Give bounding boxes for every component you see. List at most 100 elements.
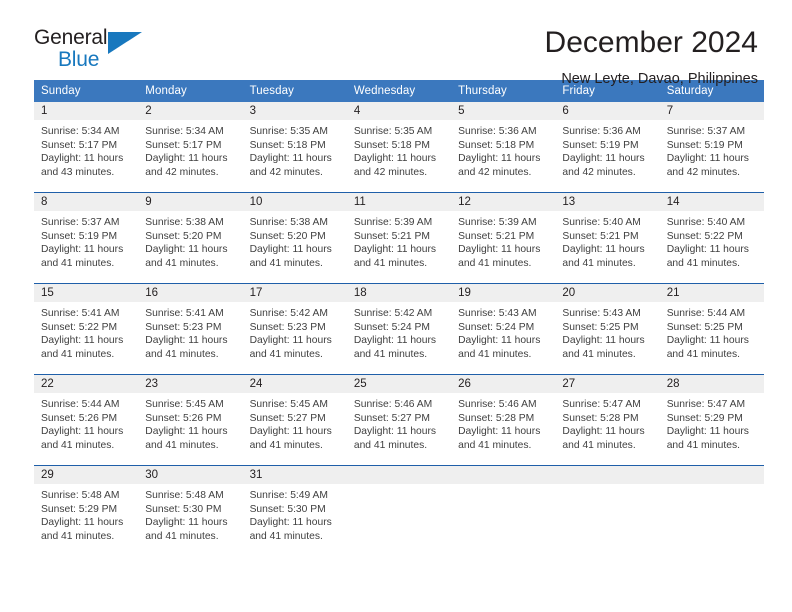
calendar-day-cell[interactable]: 7 Sunrise: 5:37 AM Sunset: 5:19 PM Dayli… (659, 102, 764, 193)
sunrise-text: Sunrise: 5:38 AM (249, 217, 328, 228)
day-details: Sunrise: 5:49 AM Sunset: 5:30 PM Dayligh… (243, 484, 347, 543)
calendar-day-cell[interactable]: 26 Sunrise: 5:46 AM Sunset: 5:28 PM Dayl… (451, 374, 556, 466)
calendar-day-cell[interactable]: 5 Sunrise: 5:36 AM Sunset: 5:18 PM Dayli… (451, 102, 556, 193)
calendar-day-cell[interactable]: 17 Sunrise: 5:42 AM Sunset: 5:23 PM Dayl… (242, 283, 347, 375)
calendar-day-cell[interactable]: 2 Sunrise: 5:34 AM Sunset: 5:17 PM Dayli… (138, 102, 243, 193)
day-details: Sunrise: 5:47 AM Sunset: 5:29 PM Dayligh… (660, 393, 764, 452)
calendar-day-cell[interactable]: 27 Sunrise: 5:47 AM Sunset: 5:28 PM Dayl… (555, 374, 660, 466)
day-details: Sunrise: 5:37 AM Sunset: 5:19 PM Dayligh… (34, 211, 138, 270)
blue-triangle-icon (108, 32, 142, 54)
calendar-day-cell[interactable]: 11 Sunrise: 5:39 AM Sunset: 5:21 PM Dayl… (346, 192, 452, 284)
day-details: Sunrise: 5:42 AM Sunset: 5:23 PM Dayligh… (243, 302, 347, 361)
sunset-text: Sunset: 5:17 PM (41, 139, 118, 151)
day-number: 6 (555, 102, 660, 120)
calendar-week-row: 22 Sunrise: 5:44 AM Sunset: 5:26 PM Dayl… (34, 374, 764, 466)
calendar-day-cell[interactable]: 31 Sunrise: 5:49 AM Sunset: 5:30 PM Dayl… (242, 465, 347, 556)
sunset-text: Sunset: 5:21 PM (353, 230, 430, 242)
calendar-day-cell-empty (659, 465, 764, 556)
sunset-text: Sunset: 5:30 PM (145, 503, 222, 515)
sunrise-text: Sunrise: 5:41 AM (41, 308, 120, 319)
day-details: Sunrise: 5:34 AM Sunset: 5:17 PM Dayligh… (34, 120, 138, 179)
daylight-text-line2: and 41 minutes. (458, 257, 532, 269)
day-number: 20 (555, 284, 660, 302)
day-details: Sunrise: 5:34 AM Sunset: 5:17 PM Dayligh… (138, 120, 242, 179)
day-details: Sunrise: 5:38 AM Sunset: 5:20 PM Dayligh… (138, 211, 242, 270)
calendar-day-cell[interactable]: 20 Sunrise: 5:43 AM Sunset: 5:25 PM Dayl… (555, 283, 660, 375)
sunset-text: Sunset: 5:27 PM (353, 412, 430, 424)
sunset-text: Sunset: 5:29 PM (666, 412, 743, 424)
calendar-day-cell[interactable]: 23 Sunrise: 5:45 AM Sunset: 5:26 PM Dayl… (138, 374, 243, 466)
sunset-text: Sunset: 5:22 PM (666, 230, 743, 242)
sunset-text: Sunset: 5:20 PM (145, 230, 222, 242)
day-details: Sunrise: 5:44 AM Sunset: 5:26 PM Dayligh… (34, 393, 138, 452)
sunset-text: Sunset: 5:26 PM (145, 412, 222, 424)
day-number: 4 (346, 102, 452, 120)
day-details: Sunrise: 5:37 AM Sunset: 5:19 PM Dayligh… (660, 120, 764, 179)
day-number: 23 (138, 375, 243, 393)
daylight-text-line2: and 41 minutes. (353, 257, 428, 269)
daylight-text-line1: Daylight: 11 hours (145, 335, 228, 347)
day-details: Sunrise: 5:35 AM Sunset: 5:18 PM Dayligh… (243, 120, 347, 179)
calendar-day-cell[interactable]: 12 Sunrise: 5:39 AM Sunset: 5:21 PM Dayl… (451, 192, 556, 284)
calendar-day-cell[interactable]: 4 Sunrise: 5:35 AM Sunset: 5:18 PM Dayli… (346, 102, 452, 193)
sunrise-text: Sunrise: 5:42 AM (353, 308, 433, 319)
calendar-day-cell[interactable]: 29 Sunrise: 5:48 AM Sunset: 5:29 PM Dayl… (34, 465, 139, 556)
day-details: Sunrise: 5:47 AM Sunset: 5:28 PM Dayligh… (555, 393, 659, 452)
day-details: Sunrise: 5:45 AM Sunset: 5:26 PM Dayligh… (138, 393, 242, 452)
calendar-day-cell[interactable]: 14 Sunrise: 5:40 AM Sunset: 5:22 PM Dayl… (659, 192, 764, 284)
daylight-text-line1: Daylight: 11 hours (458, 153, 541, 165)
day-number: 3 (242, 102, 347, 120)
daylight-text-line2: and 41 minutes. (41, 530, 115, 542)
calendar-day-cell[interactable]: 9 Sunrise: 5:38 AM Sunset: 5:20 PM Dayli… (138, 192, 243, 284)
calendar-day-cell[interactable]: 22 Sunrise: 5:44 AM Sunset: 5:26 PM Dayl… (34, 374, 139, 466)
calendar-day-cell[interactable]: 25 Sunrise: 5:46 AM Sunset: 5:27 PM Dayl… (346, 374, 452, 466)
daylight-text-line2: and 41 minutes. (666, 348, 740, 360)
calendar-day-cell[interactable]: 6 Sunrise: 5:36 AM Sunset: 5:19 PM Dayli… (555, 102, 660, 193)
calendar-day-cell[interactable]: 16 Sunrise: 5:41 AM Sunset: 5:23 PM Dayl… (138, 283, 243, 375)
day-details: Sunrise: 5:40 AM Sunset: 5:21 PM Dayligh… (555, 211, 659, 270)
calendar-day-cell-empty (555, 465, 660, 556)
sunrise-text: Sunrise: 5:35 AM (353, 126, 433, 137)
calendar-day-cell[interactable]: 21 Sunrise: 5:44 AM Sunset: 5:25 PM Dayl… (659, 283, 764, 375)
day-number: 5 (451, 102, 556, 120)
sunrise-text: Sunrise: 5:40 AM (666, 217, 746, 228)
day-number: 26 (451, 375, 556, 393)
calendar-day-cell[interactable]: 18 Sunrise: 5:42 AM Sunset: 5:24 PM Dayl… (346, 283, 452, 375)
sunset-text: Sunset: 5:18 PM (353, 139, 430, 151)
calendar-day-cell[interactable]: 15 Sunrise: 5:41 AM Sunset: 5:22 PM Dayl… (34, 283, 139, 375)
calendar-day-cell[interactable]: 30 Sunrise: 5:48 AM Sunset: 5:30 PM Dayl… (138, 465, 243, 556)
daylight-text-line2: and 41 minutes. (249, 530, 323, 542)
calendar-day-cell[interactable]: 19 Sunrise: 5:43 AM Sunset: 5:24 PM Dayl… (451, 283, 556, 375)
day-details (347, 484, 451, 489)
daylight-text-line2: and 42 minutes. (249, 166, 323, 178)
daylight-text-line2: and 41 minutes. (353, 348, 428, 360)
sunrise-text: Sunrise: 5:46 AM (353, 399, 433, 410)
sunset-text: Sunset: 5:19 PM (562, 139, 639, 151)
sunrise-text: Sunrise: 5:47 AM (666, 399, 746, 410)
sunset-text: Sunset: 5:18 PM (249, 139, 326, 151)
day-number: 17 (242, 284, 347, 302)
daylight-text-line2: and 42 minutes. (458, 166, 532, 178)
sunrise-text: Sunrise: 5:36 AM (458, 126, 537, 137)
calendar-day-cell[interactable]: 10 Sunrise: 5:38 AM Sunset: 5:20 PM Dayl… (242, 192, 347, 284)
calendar-day-cell[interactable]: 3 Sunrise: 5:35 AM Sunset: 5:18 PM Dayli… (242, 102, 347, 193)
sunset-text: Sunset: 5:29 PM (41, 503, 118, 515)
day-number (659, 466, 764, 484)
calendar-day-cell[interactable]: 13 Sunrise: 5:40 AM Sunset: 5:21 PM Dayl… (555, 192, 660, 284)
sunset-text: Sunset: 5:26 PM (41, 412, 118, 424)
calendar-day-cell[interactable]: 24 Sunrise: 5:45 AM Sunset: 5:27 PM Dayl… (242, 374, 347, 466)
daylight-text-line2: and 41 minutes. (145, 348, 219, 360)
sunrise-text: Sunrise: 5:39 AM (353, 217, 433, 228)
sunrise-text: Sunrise: 5:42 AM (249, 308, 328, 319)
sunrise-sunset-calendar-table: Sunday Monday Tuesday Wednesday Thursday… (34, 80, 764, 556)
calendar-day-cell[interactable]: 8 Sunrise: 5:37 AM Sunset: 5:19 PM Dayli… (34, 192, 139, 284)
calendar-week-row: 15 Sunrise: 5:41 AM Sunset: 5:22 PM Dayl… (34, 283, 764, 375)
daylight-text-line1: Daylight: 11 hours (145, 517, 228, 529)
calendar-day-cell[interactable]: 1 Sunrise: 5:34 AM Sunset: 5:17 PM Dayli… (34, 102, 139, 193)
day-details: Sunrise: 5:41 AM Sunset: 5:22 PM Dayligh… (34, 302, 138, 361)
sunrise-text: Sunrise: 5:46 AM (458, 399, 537, 410)
calendar-day-cell[interactable]: 28 Sunrise: 5:47 AM Sunset: 5:29 PM Dayl… (659, 374, 764, 466)
daylight-text-line1: Daylight: 11 hours (562, 426, 645, 438)
daylight-text-line1: Daylight: 11 hours (458, 244, 541, 256)
sunrise-text: Sunrise: 5:38 AM (145, 217, 224, 228)
